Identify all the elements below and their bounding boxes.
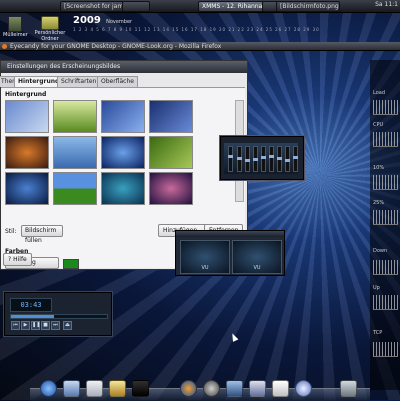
style-dropdown[interactable]: Bildschirm füllen — [21, 225, 63, 244]
color-swatch-button[interactable] — [63, 259, 79, 269]
wallpaper-thumb[interactable] — [5, 136, 49, 169]
desktop-icon-home-folder[interactable]: Persönlicher Ordner — [32, 16, 68, 42]
home-icon[interactable] — [63, 380, 80, 397]
dock — [30, 378, 370, 401]
eq-slider[interactable] — [237, 146, 242, 172]
play-icon[interactable]: ▶ — [21, 321, 30, 330]
network-icon[interactable] — [226, 380, 243, 397]
seek-bar[interactable] — [10, 314, 108, 319]
media-icon[interactable] — [203, 380, 220, 397]
prev-icon[interactable]: ⏮ — [11, 321, 20, 330]
wallpaper-thumb[interactable] — [101, 100, 145, 133]
wallpaper-thumb[interactable] — [5, 100, 49, 133]
calendar-month: November — [106, 19, 133, 25]
monitor-graph — [373, 210, 398, 225]
xmms-vu-meter-window[interactable]: VU VU — [175, 230, 285, 276]
wallpaper-thumb[interactable] — [5, 172, 49, 205]
time-display: 03:43 — [10, 298, 52, 312]
monitor-graph — [373, 175, 398, 190]
help-button-label: Hilfe — [13, 256, 27, 263]
trash-icon — [8, 16, 22, 32]
firefox-window-titlebar[interactable]: Eyecandy for your GNOME Desktop - GNOME-… — [0, 42, 400, 51]
terminal-icon[interactable] — [132, 380, 149, 397]
tab-interface[interactable]: Oberfläche — [97, 76, 138, 87]
monitor-label: Load — [373, 90, 385, 96]
firefox-window-title: Eyecandy for your GNOME Desktop - GNOME-… — [10, 43, 222, 50]
vu-meter-right: VU — [232, 240, 282, 274]
monitor-graph — [373, 295, 398, 310]
xmms-equalizer[interactable] — [220, 136, 304, 180]
pencil-icon[interactable] — [109, 380, 126, 397]
vu-label: VU — [201, 265, 209, 271]
eq-slider[interactable] — [293, 146, 298, 172]
dock-shelf — [30, 388, 370, 401]
display-icon[interactable] — [249, 380, 266, 397]
stop-icon[interactable]: ■ — [41, 321, 50, 330]
top-panel: [Screenshot for jame... XMMS - 12. Rihan… — [0, 0, 400, 13]
equalizer-panel — [224, 143, 298, 174]
monitor-label: 10% — [373, 165, 385, 171]
firefox-icon[interactable] — [180, 380, 197, 397]
monitor-label: CPU — [373, 122, 384, 128]
finder-icon[interactable] — [40, 380, 57, 397]
eq-slider[interactable] — [253, 146, 258, 172]
taskbar-item-xmms[interactable]: XMMS - 12. Rihanna - — [198, 1, 268, 12]
monitor-graph — [373, 100, 398, 115]
monitor-label: Up — [373, 285, 380, 291]
taskbar-item[interactable]: [Bildschirmfoto.png...] — [276, 1, 340, 12]
style-label: Stil: — [5, 228, 17, 235]
desktop-icon-label: Persönlicher Ordner — [34, 30, 66, 42]
eq-slider[interactable] — [285, 146, 290, 172]
folder-icon — [41, 16, 59, 30]
pause-icon[interactable]: ❚❚ — [31, 321, 40, 330]
wallpaper-thumb[interactable] — [101, 136, 145, 169]
monitor-label: TCP — [373, 330, 383, 336]
calendar-icon[interactable] — [272, 380, 289, 397]
xmms-player[interactable]: 03:43 ⏮ ▶ ❚❚ ■ ⏭ ⏏ — [4, 292, 112, 336]
vu-label: VU — [253, 265, 261, 271]
text-editor-icon[interactable] — [86, 380, 103, 397]
taskbar-item[interactable]: [Screenshot for jame... — [60, 1, 126, 12]
wallpaper-thumb[interactable] — [149, 136, 193, 169]
seek-bar-fill — [11, 315, 55, 318]
vu-meter-left: VU — [180, 240, 230, 274]
wallpaper-thumb[interactable] — [53, 136, 97, 169]
wallpaper-thumb[interactable] — [53, 172, 97, 205]
section-heading: Hintergrund — [5, 91, 47, 98]
calendar-widget: 2009 November 1 2 3 4 5 6 7 8 9 10 11 12… — [73, 15, 319, 32]
mouse-cursor — [229, 332, 239, 342]
wallpaper-thumb[interactable] — [149, 100, 193, 133]
help-button[interactable]: ? Hilfe — [3, 253, 32, 266]
eq-slider[interactable] — [261, 146, 266, 172]
wallpaper-thumb[interactable] — [53, 100, 97, 133]
desktop-icon-trash[interactable]: Mülleimer — [3, 16, 28, 38]
eq-slider[interactable] — [228, 146, 233, 172]
tab-fonts[interactable]: Schriftarten — [57, 76, 101, 87]
dialog-titlebar[interactable]: Einstellungen des Erscheinungsbildes — [1, 61, 247, 73]
trash-icon[interactable] — [340, 380, 357, 397]
monitor-graph — [373, 342, 398, 357]
wallpaper-grid — [5, 100, 221, 205]
style-dropdown-value: Bildschirm füllen — [25, 227, 57, 244]
help-icon[interactable] — [295, 380, 312, 397]
monitor-label: 25% — [373, 200, 385, 206]
eject-icon[interactable]: ⏏ — [63, 321, 72, 330]
desktop-icon-label: Mülleimer — [3, 32, 28, 38]
monitor-graph — [373, 260, 398, 275]
eq-slider[interactable] — [277, 146, 282, 172]
next-icon[interactable]: ⏭ — [51, 321, 60, 330]
monitor-graph — [373, 132, 398, 147]
wallpaper-thumb[interactable] — [101, 172, 145, 205]
firefox-icon — [2, 44, 7, 49]
vu-titlebar[interactable] — [176, 231, 284, 237]
eq-slider[interactable] — [269, 146, 274, 172]
panel-clock[interactable]: Sa 11:1 — [375, 1, 398, 8]
calendar-days: 1 2 3 4 5 6 7 8 9 10 11 12 13 14 15 16 1… — [73, 27, 320, 32]
eq-slider[interactable] — [245, 146, 250, 172]
calendar-year: 2009 — [73, 15, 101, 26]
monitor-label: Down — [373, 248, 388, 254]
system-monitor-sidebar: Load CPU 10% 25% Down Up TCP — [370, 60, 400, 390]
wallpaper-thumb[interactable] — [149, 172, 193, 205]
taskbar-item[interactable] — [122, 1, 150, 12]
